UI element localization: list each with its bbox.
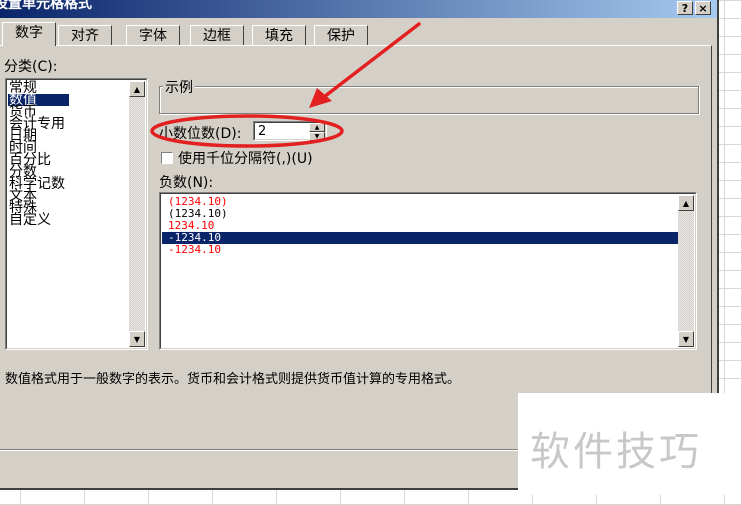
annotation-arrow-shaft: [318, 22, 421, 102]
annotation-arrow-head: [309, 88, 332, 108]
watermark-text: 软件技巧: [530, 429, 702, 475]
watermark-box: 软件技巧: [518, 393, 741, 495]
tab-number[interactable]: 数字: [2, 22, 56, 46]
highlight-ellipse: [150, 114, 344, 148]
